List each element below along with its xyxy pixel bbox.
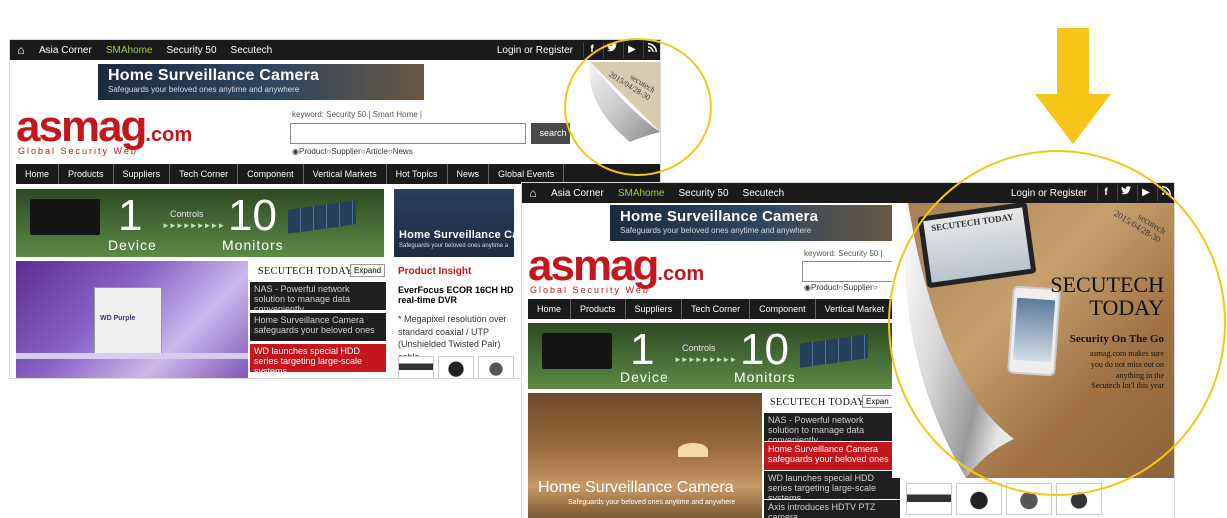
today-item-right-3[interactable]: WD launches special HDD series targeting… xyxy=(764,471,900,499)
highlight-circle-small xyxy=(564,38,712,176)
monitor-wall-image-right xyxy=(800,334,868,368)
topbar-link-asia[interactable]: Asia Corner xyxy=(39,45,92,56)
nav-tech-corner-right[interactable]: Tech Corner xyxy=(682,299,751,319)
home-icon-right[interactable]: ⌂ xyxy=(522,186,544,200)
keyword-line: keyword: Security 50 | Smart Home | xyxy=(292,110,422,119)
scene-title: Home Surveillance Camera xyxy=(538,479,734,496)
search-input[interactable] xyxy=(290,123,526,144)
search-type-radios[interactable]: ◉Product○Supplier○Article○News xyxy=(292,147,413,156)
nav-vertical-markets-right[interactable]: Vertical Market xyxy=(816,299,895,319)
today-item-2[interactable]: Home Surveillance Camera safeguards your… xyxy=(250,313,386,341)
banner-subtitle: Safeguards your beloved ones anytime and… xyxy=(108,85,300,94)
search-input-right[interactable] xyxy=(802,261,894,282)
keyword-line-right: keyword: Security 50 | xyxy=(804,249,883,258)
nav-global-events[interactable]: Global Events xyxy=(489,164,565,184)
dvr-promo-banner-right[interactable]: 1 Controls ►►►►►►►►► 10 Device Monitors xyxy=(528,323,892,389)
insight-title[interactable]: EverFocus ECOR 16CH HD real-time DVR xyxy=(398,285,520,305)
asmag-logo-right[interactable]: asmag.com Global Security Web xyxy=(528,241,704,295)
main-nav-right: Home Products Suppliers Tech Corner Comp… xyxy=(528,299,895,319)
nav-hot-topics[interactable]: Hot Topics xyxy=(387,164,448,184)
nav-home[interactable]: Home xyxy=(16,164,60,184)
topbar-link-secutech-right[interactable]: Secutech xyxy=(743,188,785,199)
nav-products[interactable]: Products xyxy=(59,164,114,184)
thumb-2[interactable] xyxy=(438,356,474,378)
logo-tagline-right: Global Security Web xyxy=(530,285,650,295)
hdd-product-image[interactable]: WD Purple xyxy=(16,261,248,378)
top-banner-ad[interactable]: Home Surveillance Camera Safeguards your… xyxy=(98,64,424,100)
nav-suppliers[interactable]: Suppliers xyxy=(114,164,171,184)
thumb-right-2[interactable] xyxy=(956,483,1002,515)
nav-tech-corner[interactable]: Tech Corner xyxy=(170,164,239,184)
nav-suppliers-right[interactable]: Suppliers xyxy=(626,299,683,319)
main-nav: Home Products Suppliers Tech Corner Comp… xyxy=(16,164,660,184)
login-link[interactable]: Login or Register xyxy=(497,45,573,56)
topbar-link-asia-right[interactable]: Asia Corner xyxy=(551,188,604,199)
nav-vertical-markets[interactable]: Vertical Markets xyxy=(304,164,387,184)
top-bar: ⌂ Asia Corner SMAhome Security 50 Secute… xyxy=(10,40,660,60)
arrow-down-icon xyxy=(1035,28,1111,144)
scene-subtitle: Safeguards your beloved ones anytime and… xyxy=(568,499,736,506)
monitor-wall-image xyxy=(288,200,356,234)
hdd-label: WD Purple xyxy=(100,315,136,322)
expand-button[interactable]: Expand xyxy=(350,264,386,277)
expand-button-right[interactable]: Expan xyxy=(862,395,893,408)
secutech-today-heading: SECUTECH TODAY xyxy=(258,266,353,277)
nav-component[interactable]: Component xyxy=(238,164,304,184)
side-banner-ad[interactable]: Home Surveillance Cam Safeguards your be… xyxy=(394,189,514,257)
topbar-link-smahome[interactable]: SMAhome xyxy=(106,45,153,56)
product-thumbs xyxy=(398,356,518,378)
today-item-1[interactable]: NAS - Powerful network solution to manag… xyxy=(250,282,386,310)
logo-tagline: Global Security Web xyxy=(18,146,138,156)
dvr-device-image xyxy=(30,199,100,235)
highlight-circle-large xyxy=(888,150,1226,496)
asmag-logo[interactable]: asmag.com Global Security Web xyxy=(16,102,192,156)
secutech-today-heading-right: SECUTECH TODAY xyxy=(770,397,865,408)
nav-component-right[interactable]: Component xyxy=(750,299,816,319)
topbar-link-security50[interactable]: Security 50 xyxy=(167,45,217,56)
today-item-right-1[interactable]: NAS - Powerful network solution to manag… xyxy=(764,413,900,441)
shelf xyxy=(16,353,248,359)
thumb-1[interactable] xyxy=(398,356,434,378)
nav-products-right[interactable]: Products xyxy=(571,299,626,319)
dvr-promo-banner[interactable]: 1 Controls ►►►►►►►►► 10 Device Monitors xyxy=(16,189,384,257)
home-icon[interactable]: ⌂ xyxy=(10,43,32,57)
thumb-right-1[interactable] xyxy=(906,483,952,515)
today-item-right-2[interactable]: Home Surveillance Camera safeguards your… xyxy=(764,442,900,470)
dvr-device-image-right xyxy=(542,333,612,369)
search-type-radios-right[interactable]: ◉Product○Supplier○ xyxy=(804,283,878,292)
insight-heading: Product Insight xyxy=(398,266,472,277)
today-item-right-4[interactable]: Axis introduces HDTV PTZ camera xyxy=(764,500,900,518)
product-insight: Product Insight EverFocus ECOR 16CH HD r… xyxy=(398,266,520,363)
topbar-link-secutech[interactable]: Secutech xyxy=(231,45,273,56)
thumb-3[interactable] xyxy=(478,356,514,378)
banner-title: Home Surveillance Camera xyxy=(108,67,320,84)
home-scene-image[interactable]: Home Surveillance Camera Safeguards your… xyxy=(528,393,762,518)
nav-news[interactable]: News xyxy=(448,164,490,184)
today-item-3[interactable]: WD launches special HDD series targeting… xyxy=(250,344,386,372)
nav-home-right[interactable]: Home xyxy=(528,299,572,319)
topbar-link-smahome-right[interactable]: SMAhome xyxy=(618,188,665,199)
topbar-link-security50-right[interactable]: Security 50 xyxy=(679,188,729,199)
top-banner-ad-right[interactable]: Home Surveillance Camera Safeguards your… xyxy=(610,205,892,241)
lamp xyxy=(678,443,708,457)
